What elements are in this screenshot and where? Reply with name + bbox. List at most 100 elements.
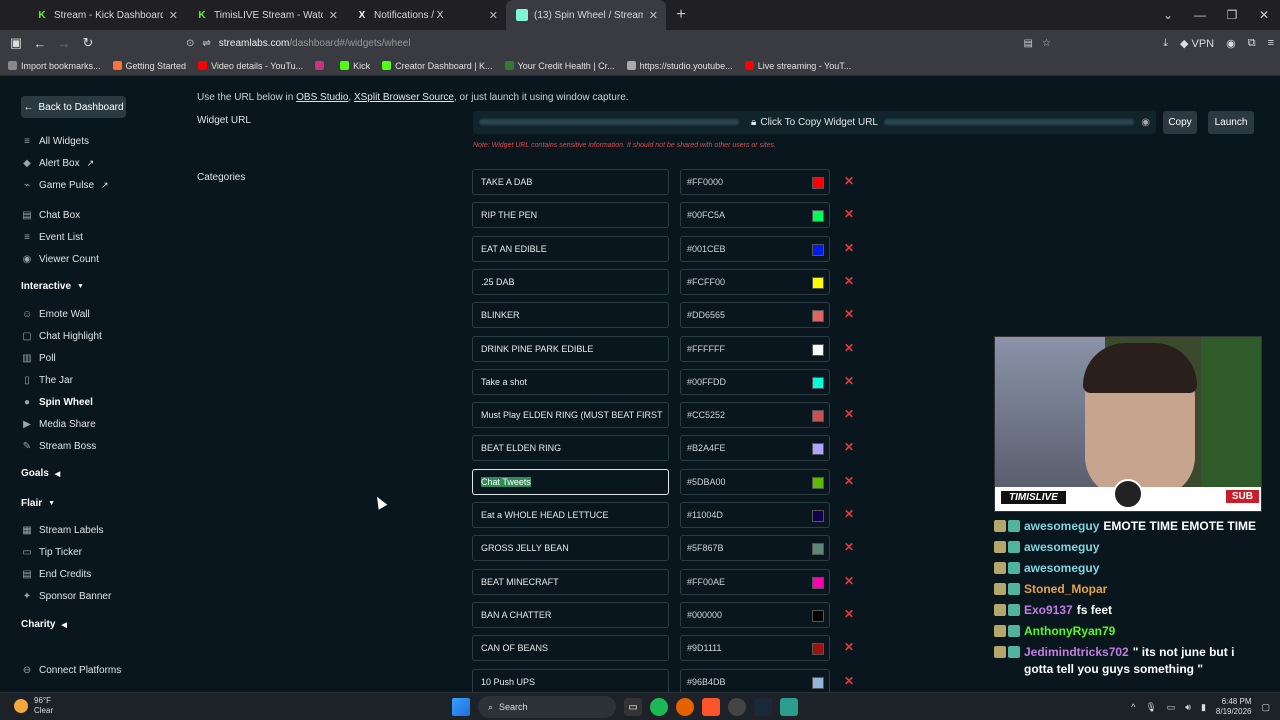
delete-category-icon[interactable]: ✕ xyxy=(844,207,854,221)
bookmark-0[interactable]: Import bookmarks... xyxy=(8,61,101,71)
sidebar-item-emote-wall[interactable]: ☺ Emote Wall xyxy=(22,305,90,323)
bookmark-4[interactable]: Kick xyxy=(340,61,370,71)
task-view-icon[interactable]: ▭ xyxy=(624,698,642,716)
taskbar-search[interactable]: ⌕ Search xyxy=(478,696,616,718)
color-swatch[interactable] xyxy=(812,510,824,522)
sidebar-item-stream-labels[interactable]: ▦ Stream Labels xyxy=(22,521,103,539)
reader-icon[interactable]: ▤ xyxy=(1024,38,1033,49)
windows-start-icon[interactable] xyxy=(452,698,470,716)
sidebar-section-charity[interactable]: Charity ◀ xyxy=(21,619,67,630)
sidebar-item-event-list[interactable]: ≡ Event List xyxy=(22,228,83,246)
close-tab-icon[interactable]: ✕ xyxy=(169,9,178,22)
category-name-input[interactable]: BEAT ELDEN RING xyxy=(472,435,669,462)
category-color-input[interactable]: #FCFF00 xyxy=(680,268,830,295)
delete-category-icon[interactable]: ✕ xyxy=(844,341,854,355)
sidebar-item-alert-box[interactable]: ◆ Alert Box ↗ xyxy=(22,154,94,172)
category-name-input[interactable]: 10 Push UPS xyxy=(472,668,669,695)
category-color-input[interactable]: #000000 xyxy=(680,601,830,628)
delete-category-icon[interactable]: ✕ xyxy=(844,440,854,454)
category-name-input[interactable]: GROSS JELLY BEAN xyxy=(472,535,669,562)
tab-2[interactable]: X Notifications / X ✕ xyxy=(346,0,506,30)
clock[interactable]: 6:48 PM 8/19/2026 xyxy=(1216,697,1252,717)
color-swatch[interactable] xyxy=(812,276,824,289)
category-name-input[interactable]: Chat Tweets xyxy=(472,468,669,495)
sidebar-item-viewer-count[interactable]: ◉ Viewer Count xyxy=(22,250,99,268)
sidebar-item-game-pulse[interactable]: ⌁ Game Pulse ↗ xyxy=(22,176,109,194)
delete-category-icon[interactable]: ✕ xyxy=(844,640,854,654)
new-tab-button[interactable]: + xyxy=(670,6,692,24)
sidebar-item-media-share[interactable]: ▶ Media Share xyxy=(22,415,96,433)
category-color-input[interactable]: #9D1111 xyxy=(680,635,830,662)
restore-icon[interactable]: ❐ xyxy=(1216,8,1248,22)
sidebar-item-spin-wheel[interactable]: ● Spin Wheel xyxy=(22,393,93,411)
color-swatch[interactable] xyxy=(812,543,824,556)
color-swatch[interactable] xyxy=(812,609,824,622)
delete-category-icon[interactable]: ✕ xyxy=(844,607,854,621)
color-swatch[interactable] xyxy=(812,310,824,323)
sidebar-section-goals[interactable]: Goals ◀ xyxy=(21,468,60,479)
bookmark-6[interactable]: Your Credit Health | Cr... xyxy=(504,61,615,71)
delete-category-icon[interactable]: ✕ xyxy=(844,674,854,688)
sidebar-section-interactive[interactable]: Interactive ▼ xyxy=(21,281,84,292)
category-color-input[interactable]: #11004D xyxy=(680,502,830,528)
bookmark-7[interactable]: https://studio.youtube... xyxy=(626,61,733,71)
obs-icon[interactable] xyxy=(728,698,746,716)
delete-category-icon[interactable]: ✕ xyxy=(844,407,854,421)
weather-widget[interactable]: 96°F Clear xyxy=(14,696,53,716)
category-color-input[interactable]: #CC5252 xyxy=(680,402,830,429)
close-window-icon[interactable]: ✕ xyxy=(1248,8,1280,22)
tray-chevron-icon[interactable]: ^ xyxy=(1131,702,1135,712)
category-color-input[interactable]: #001CEB xyxy=(680,235,830,262)
category-color-input[interactable]: #FF00AE xyxy=(680,568,830,595)
sidebar-item-all-widgets[interactable]: ≡ All Widgets xyxy=(22,132,89,150)
eye-icon[interactable]: ◉ xyxy=(1141,117,1150,128)
category-name-input[interactable]: RIP THE PEN xyxy=(472,202,669,229)
category-color-input[interactable]: #00FFDD xyxy=(680,368,830,395)
delete-category-icon[interactable]: ✕ xyxy=(844,307,854,321)
category-color-input[interactable]: #5F867B xyxy=(680,535,830,562)
color-swatch[interactable] xyxy=(812,343,824,356)
color-swatch[interactable] xyxy=(812,210,824,223)
sidebar-item-stream-boss[interactable]: ✎ Stream Boss xyxy=(22,437,96,455)
close-tab-icon[interactable]: ✕ xyxy=(329,9,338,22)
category-color-input[interactable]: #B2A4FE xyxy=(680,435,830,462)
sidebar-item-the-jar[interactable]: ▯ The Jar xyxy=(22,371,73,389)
bookmark-1[interactable]: Getting Started xyxy=(112,61,186,71)
color-swatch[interactable] xyxy=(812,476,824,489)
category-name-input[interactable]: DRINK PINE PARK EDIBLE xyxy=(472,335,669,362)
bookmark-2[interactable]: Video details - YouTu... xyxy=(198,61,303,71)
battery-icon[interactable]: ▮ xyxy=(1201,702,1206,713)
bookmark-3[interactable] xyxy=(315,61,328,70)
delete-category-icon[interactable]: ✕ xyxy=(844,241,854,255)
color-swatch[interactable] xyxy=(812,576,824,589)
site-settings-icon[interactable]: ⇌ xyxy=(202,38,210,49)
category-name-input[interactable]: Take a shot xyxy=(472,368,669,395)
color-swatch[interactable] xyxy=(812,410,824,423)
minimize-icon[interactable]: — xyxy=(1184,8,1216,22)
back-icon[interactable]: ← xyxy=(28,36,52,51)
volume-icon[interactable]: 🔊︎ xyxy=(1185,702,1191,713)
url-field[interactable]: ⊙ ⇌ streamlabs.com/dashboard#/widgets/wh… xyxy=(176,32,1061,54)
delete-category-icon[interactable]: ✕ xyxy=(844,574,854,588)
mic-icon[interactable]: 🎙︎ xyxy=(1145,702,1156,713)
tab-3[interactable]: K (13) Spin Wheel / Streamlabs ✕ xyxy=(506,0,666,30)
reload-icon[interactable]: ↻ xyxy=(76,35,100,51)
xsplit-link[interactable]: XSplit Browser Source xyxy=(354,92,454,103)
category-name-input[interactable]: BEAT MINECRAFT xyxy=(472,568,669,595)
color-swatch[interactable] xyxy=(812,243,824,256)
forward-icon[interactable]: → xyxy=(52,36,76,51)
category-color-input[interactable]: #00FC5A xyxy=(680,202,830,229)
tab-1[interactable]: K TimisLIVE Stream - Watch Live o ✕ xyxy=(186,0,346,30)
sidebar-item-poll[interactable]: ▥ Poll xyxy=(22,349,55,367)
streamlabs-app-icon[interactable] xyxy=(780,698,798,716)
category-color-input[interactable]: #96B4DB xyxy=(680,668,830,695)
color-swatch[interactable] xyxy=(812,676,824,689)
category-color-input[interactable]: #5DBA00 xyxy=(680,468,830,495)
color-swatch[interactable] xyxy=(812,376,824,389)
bookmark-5[interactable]: Creator Dashboard | K... xyxy=(382,61,493,71)
obs-studio-link[interactable]: OBS Studio xyxy=(296,92,348,103)
color-swatch[interactable] xyxy=(812,643,824,656)
delete-category-icon[interactable]: ✕ xyxy=(844,174,854,188)
notification-icon[interactable]: ▢ xyxy=(1261,702,1270,713)
close-tab-icon[interactable]: ✕ xyxy=(489,9,498,22)
